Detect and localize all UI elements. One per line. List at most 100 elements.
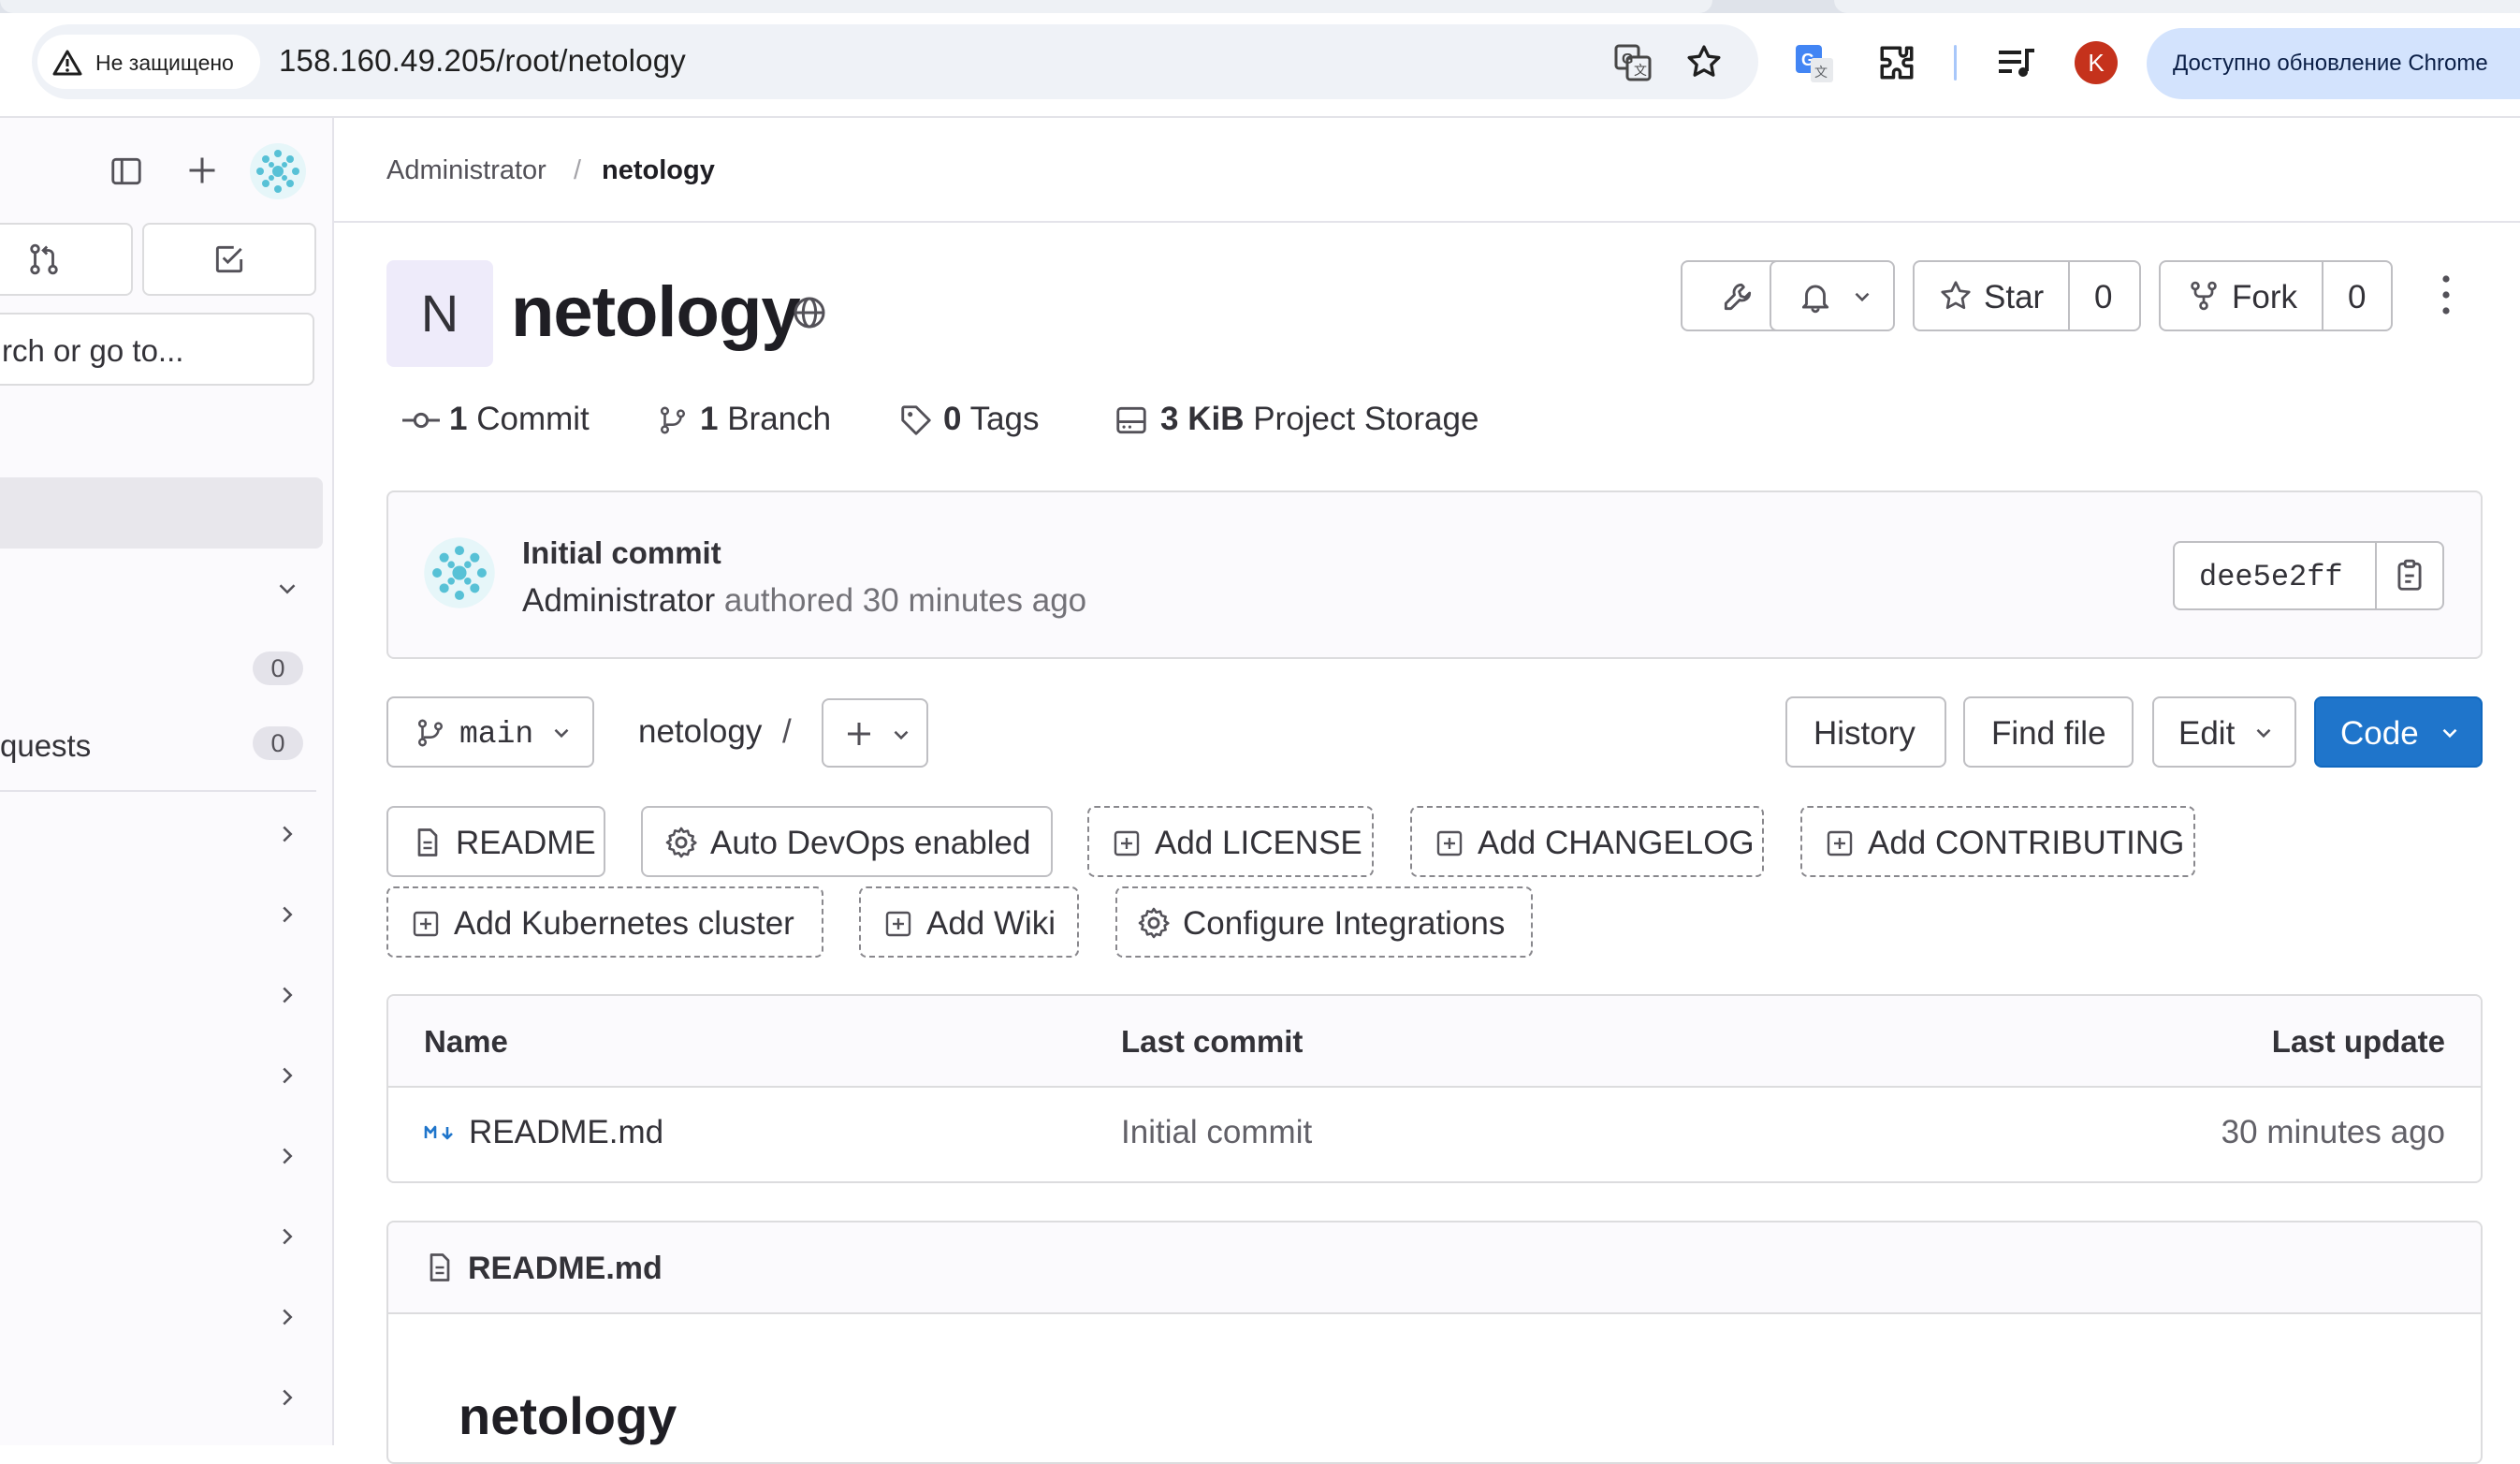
edit-dropdown[interactable]: Edit (2152, 696, 2296, 768)
merge-requests-shortcut[interactable] (0, 223, 133, 296)
commit-author-avatar[interactable] (423, 536, 496, 609)
storage-link[interactable]: 3 KiB Project Storage (1160, 401, 1478, 438)
storage-size: 3 KiB (1160, 401, 1245, 437)
storage-label: Project Storage (1253, 401, 1479, 437)
wrench-icon (1724, 283, 1752, 311)
breadcrumb-parent[interactable]: Administrator (386, 155, 546, 186)
code-dropdown[interactable]: Code (2314, 696, 2483, 768)
browser-tab[interactable] (1834, 0, 2520, 13)
tags-label: Tags (969, 401, 1040, 437)
configure-integrations-label: Configure Integrations (1183, 905, 1506, 942)
auto-devops-label: Auto DevOps enabled (710, 825, 1031, 861)
search-input[interactable]: rch or go to... (0, 313, 314, 386)
commit-author-link[interactable]: Administrator (522, 582, 715, 619)
commits-link[interactable]: 1 Commit (449, 401, 590, 438)
security-label: Не защищено (95, 51, 234, 75)
commit-time: authored 30 minutes ago (723, 582, 1087, 619)
copy-sha-icon[interactable] (2392, 558, 2427, 593)
button-split (2322, 262, 2323, 329)
chrome-update-button[interactable]: Доступно обновление Chrome (2147, 28, 2520, 99)
page-title: netology (511, 272, 801, 352)
chevron-right-icon[interactable] (273, 820, 301, 848)
readme-shortcut-label: README (456, 825, 596, 861)
chevron-right-icon[interactable] (273, 981, 301, 1009)
auto-devops-button[interactable]: Auto DevOps enabled (641, 806, 1053, 877)
merge-requests-count-badge: 0 (253, 726, 303, 760)
chevron-down-icon[interactable] (273, 575, 301, 603)
branch-name: main (459, 717, 534, 752)
branch-icon (660, 406, 686, 434)
chrome-update-label: Доступно обновление Chrome (2173, 51, 2488, 76)
profile-avatar[interactable]: K (2075, 41, 2118, 84)
chevron-right-icon[interactable] (273, 1303, 301, 1331)
google-translate-extension-icon[interactable]: G 文 (1794, 43, 1835, 84)
add-wiki-label: Add Wiki (926, 905, 1056, 942)
add-to-tree-dropdown[interactable] (822, 698, 928, 768)
code-label: Code (2340, 715, 2419, 752)
history-label: History (1814, 715, 1915, 752)
table-row[interactable] (388, 1088, 2481, 1181)
star-button[interactable]: Star 0 (1913, 260, 2141, 331)
star-icon (1941, 281, 1971, 310)
extensions-puzzle-icon[interactable] (1877, 43, 1916, 82)
add-license-label: Add LICENSE (1155, 825, 1362, 861)
more-actions-icon[interactable] (2427, 273, 2465, 316)
branch-selector[interactable]: main (386, 696, 594, 768)
fork-count[interactable]: 0 (2348, 279, 2366, 316)
chevron-right-icon[interactable] (273, 900, 301, 929)
chevron-down-icon (2442, 728, 2457, 739)
column-header-last-update: Last update (2271, 1024, 2445, 1059)
add-contributing-button[interactable]: Add CONTRIBUTING (1800, 806, 2195, 877)
todo-check-icon (215, 245, 243, 273)
tags-link[interactable]: 0 Tags (943, 401, 1040, 438)
chevron-right-icon[interactable] (273, 1383, 301, 1412)
file-name-link[interactable]: README.md (469, 1114, 663, 1151)
star-count[interactable]: 0 (2094, 279, 2112, 316)
history-button[interactable]: History (1785, 696, 1946, 768)
breadcrumb: Administrator / netology (334, 118, 2520, 223)
add-kubernetes-button[interactable]: Add Kubernetes cluster (386, 886, 823, 958)
add-changelog-button[interactable]: Add CHANGELOG (1410, 806, 1764, 877)
add-license-button[interactable]: Add LICENSE (1087, 806, 1374, 877)
find-file-button[interactable]: Find file (1963, 696, 2134, 768)
bookmark-star-icon[interactable] (1685, 43, 1723, 81)
chevron-right-icon[interactable] (273, 1222, 301, 1251)
edit-label: Edit (2178, 715, 2236, 752)
translate-icon[interactable]: G 文 (1613, 43, 1653, 82)
public-globe-icon (794, 297, 825, 329)
commit-sha[interactable]: dee5e2ff (2199, 560, 2343, 594)
chevron-right-icon[interactable] (273, 1061, 301, 1090)
sidebar-item-merge-requests[interactable]: quests (0, 728, 91, 764)
branches-link[interactable]: 1 Branch (700, 401, 831, 438)
commit-title-link[interactable]: Initial commit (522, 535, 721, 571)
warning-icon (52, 50, 82, 76)
svg-text:文: 文 (1814, 65, 1828, 80)
sidebar-divider (0, 790, 316, 792)
readme-shortcut-button[interactable]: README (386, 806, 605, 877)
breadcrumb-current[interactable]: netology (602, 155, 715, 186)
last-commit-panel (386, 490, 2483, 659)
sidebar-toggle-icon[interactable] (109, 154, 144, 189)
notifications-button[interactable] (1770, 260, 1895, 331)
sidebar-item-project-overview[interactable] (0, 477, 323, 549)
browser-tab[interactable] (0, 0, 1712, 13)
url-text[interactable]: 158.160.49.205/root/netology (279, 43, 686, 79)
gear-icon (1138, 907, 1170, 939)
plus-square-icon (413, 911, 439, 937)
chevron-right-icon[interactable] (273, 1142, 301, 1170)
repo-path-root[interactable]: netology (638, 713, 762, 751)
merge-request-icon (30, 243, 58, 275)
column-header-name: Name (424, 1024, 508, 1059)
user-avatar[interactable] (249, 142, 307, 200)
todo-shortcut[interactable] (142, 223, 316, 296)
file-last-commit-link[interactable]: Initial commit (1121, 1114, 1312, 1151)
chevron-down-icon (1855, 292, 1870, 302)
configure-integrations-button[interactable]: Configure Integrations (1115, 886, 1533, 958)
readme-filename-link[interactable]: README.md (468, 1251, 663, 1287)
create-new-icon[interactable] (185, 154, 219, 187)
add-wiki-button[interactable]: Add Wiki (859, 886, 1079, 958)
breadcrumb-separator: / (574, 155, 582, 185)
media-controls-icon[interactable] (1997, 45, 2036, 81)
fork-button[interactable]: Fork 0 (2159, 260, 2393, 331)
security-chip[interactable]: Не защищено (37, 35, 260, 89)
